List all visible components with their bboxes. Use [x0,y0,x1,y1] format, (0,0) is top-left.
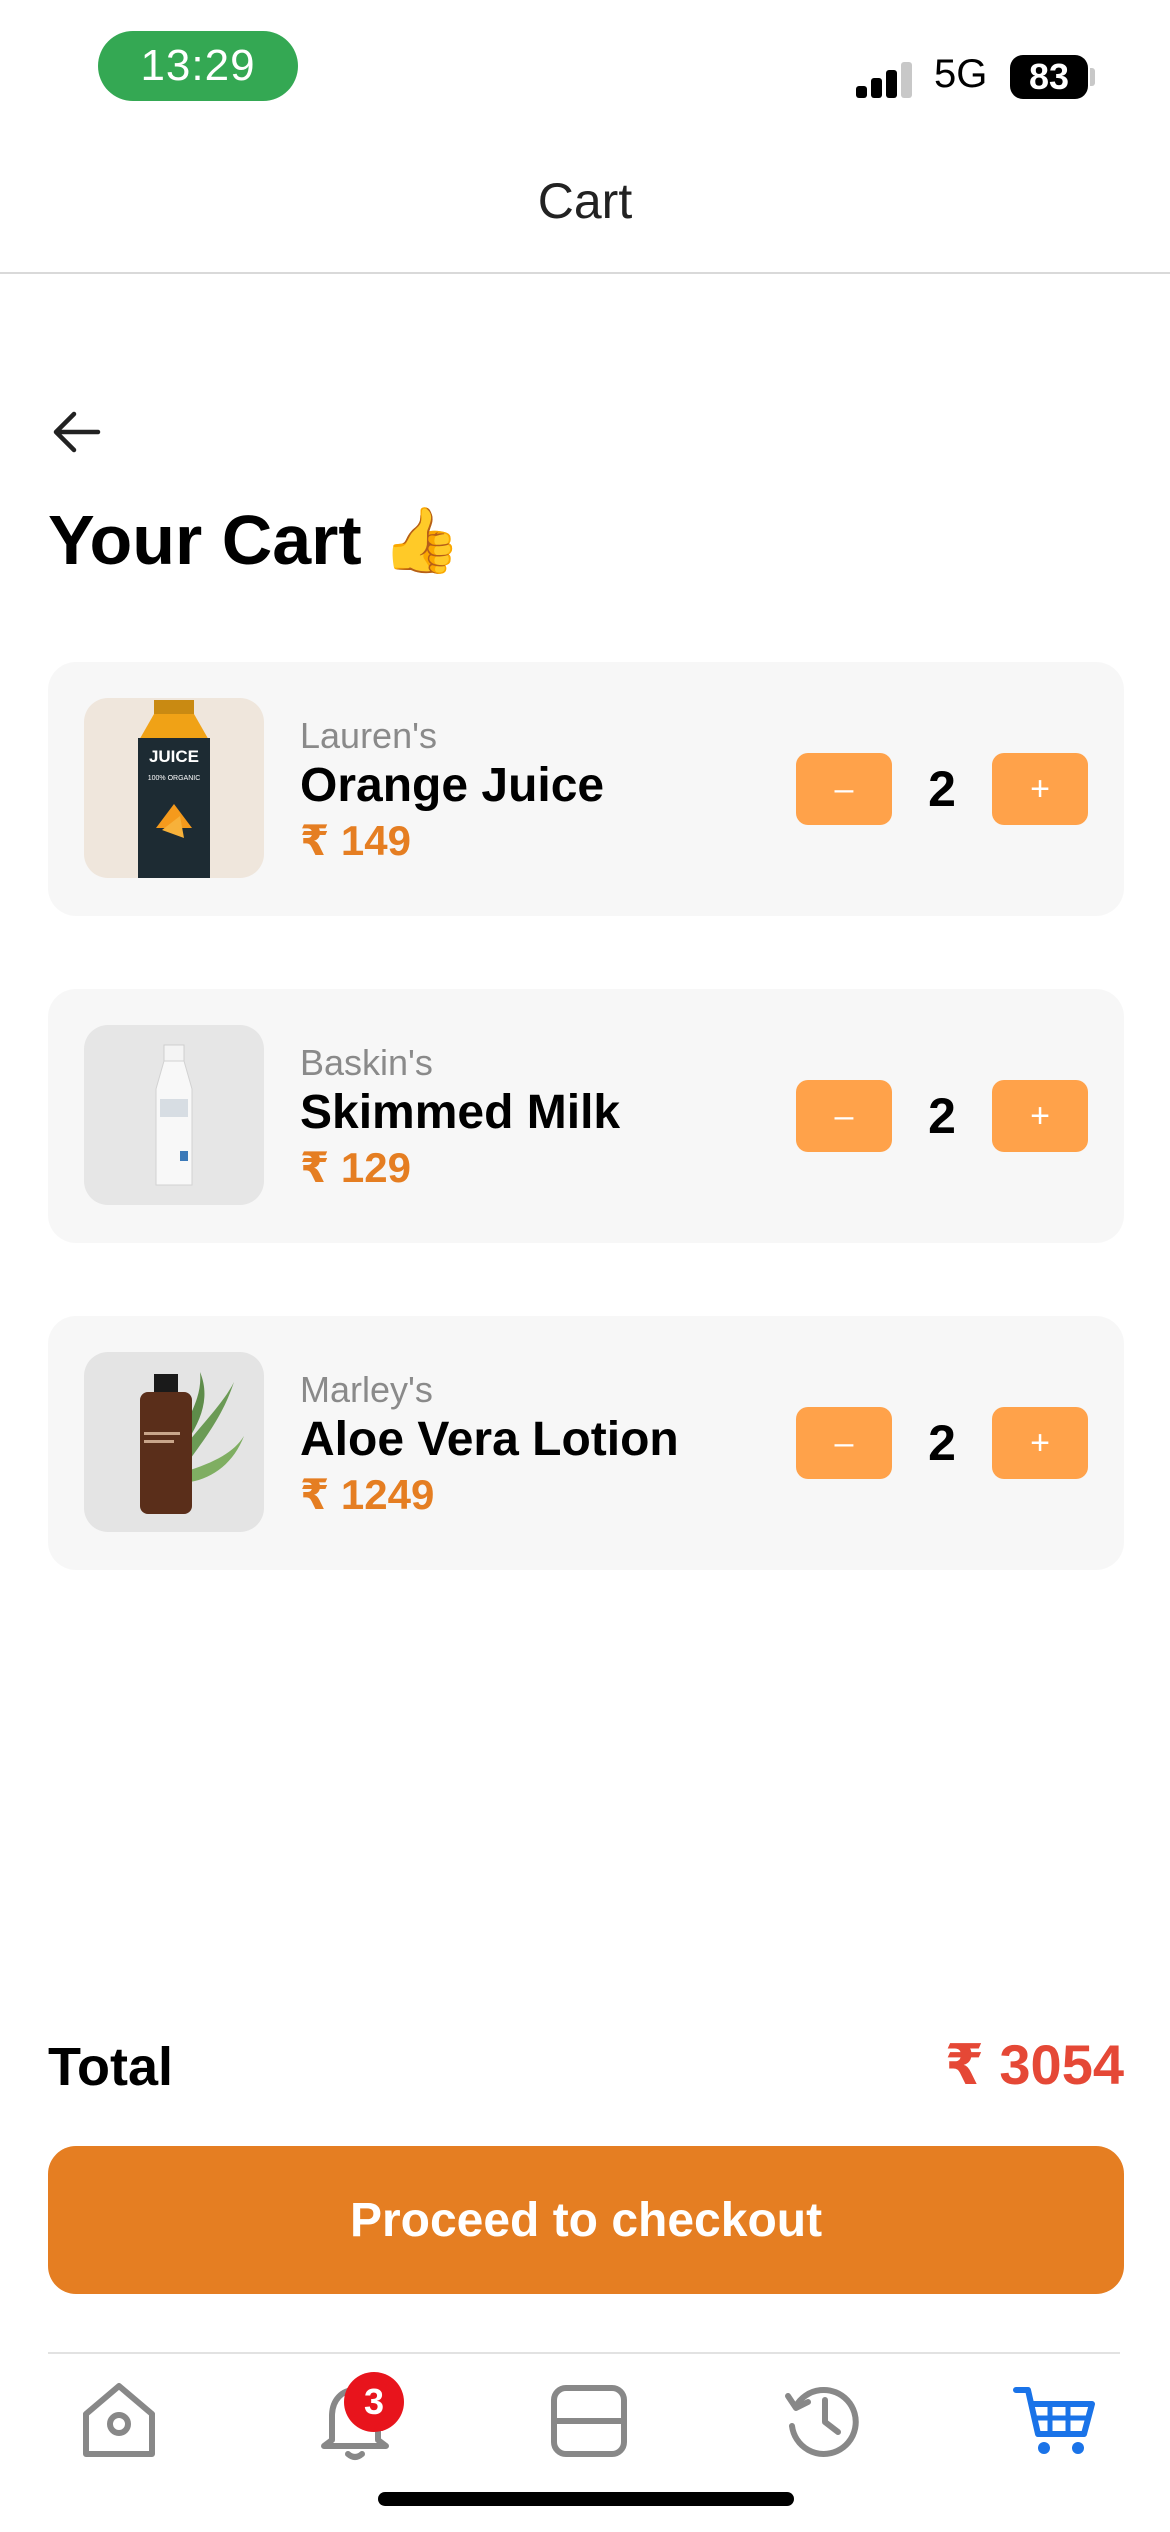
wallet-icon[interactable] [544,2374,634,2464]
quantity-stepper: – 2 + [796,1080,1088,1152]
increment-button[interactable]: + [992,1080,1088,1152]
decrement-button[interactable]: – [796,1080,892,1152]
product-name: Aloe Vera Lotion [300,1413,679,1466]
product-price: ₹ 149 [300,817,411,864]
header-title: Cart [537,173,633,229]
cart-item: Baskin's Skimmed Milk ₹ 129 – 2 + [48,989,1124,1243]
signal-icon [856,58,916,98]
quantity-value: 2 [928,761,956,817]
home-icon[interactable] [74,2374,164,2464]
page-title: Your Cart 👍 [48,500,461,580]
total-label: Total [48,2037,173,2097]
quantity-value: 2 [928,1415,956,1471]
network-type: 5G [934,52,988,96]
quantity-stepper: – 2 + [796,1407,1088,1479]
product-image-skimmed-milk [84,1025,264,1205]
product-name: Orange Juice [300,759,605,812]
home-indicator [378,2492,794,2506]
battery-icon: 83 [1010,55,1088,99]
cart-item: Marley's Aloe Vera Lotion ₹ 1249 – 2 + [48,1316,1124,1570]
product-image-aloe-vera-lotion [84,1352,264,1532]
history-icon[interactable] [778,2374,868,2464]
checkout-button[interactable]: Proceed to checkout [48,2146,1124,2294]
status-time: 13:29 [98,31,298,101]
svg-text:JUICE: JUICE [149,747,199,766]
product-name: Skimmed Milk [300,1086,621,1139]
increment-button[interactable]: + [992,1407,1088,1479]
product-brand: Baskin's [300,1042,433,1083]
product-brand: Lauren's [300,715,437,756]
svg-text:100% ORGANIC: 100% ORGANIC [148,775,201,782]
product-brand: Marley's [300,1369,433,1410]
tab-bar [48,2352,1120,2462]
product-price: ₹ 129 [300,1144,411,1191]
product-image-orange-juice: JUICE 100% ORGANIC [84,698,264,878]
battery-cap [1090,68,1095,86]
cart-item: JUICE 100% ORGANIC Lauren's Orange Juice… [48,662,1124,916]
decrement-button[interactable]: – [796,753,892,825]
total-value: ₹ 3054 [944,2033,1124,2096]
product-price: ₹ 1249 [300,1471,435,1518]
nav-header: Cart [0,130,1170,274]
quantity-stepper: – 2 + [796,753,1088,825]
thumbs-up-icon: 👍 [381,503,462,576]
increment-button[interactable]: + [992,753,1088,825]
quantity-value: 2 [928,1088,956,1144]
back-arrow-icon[interactable] [48,402,108,462]
decrement-button[interactable]: – [796,1407,892,1479]
page-title-text: Your Cart [48,501,362,579]
status-bar: 13:29 5G 83 [0,0,1170,130]
notification-badge: 3 [344,2372,404,2432]
cart-icon[interactable] [1010,2374,1100,2464]
